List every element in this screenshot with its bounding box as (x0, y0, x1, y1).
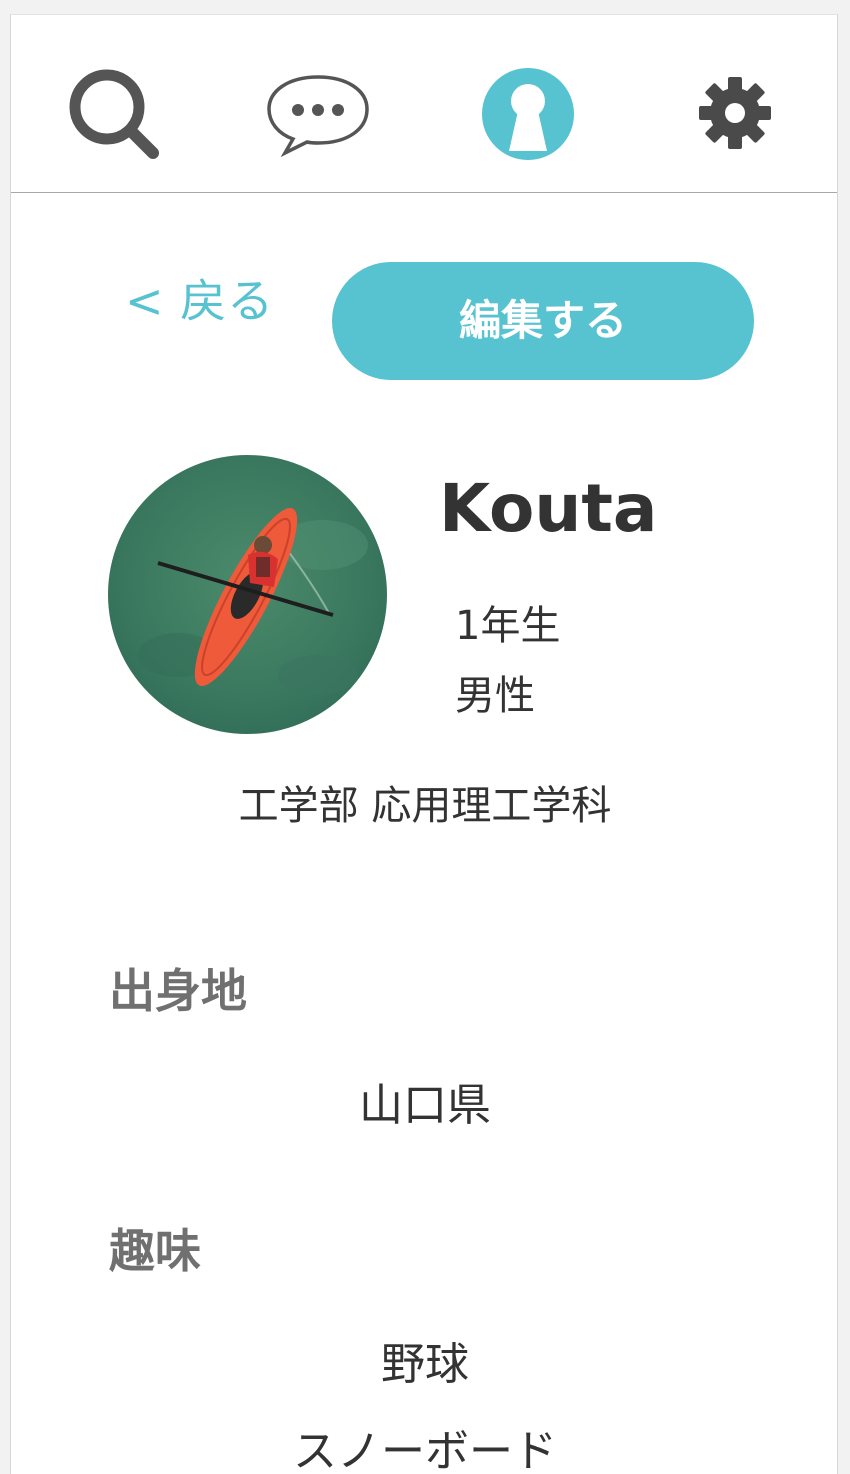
profile-grade: 1年生 (455, 603, 561, 649)
hometown-value: 山口県 (359, 1080, 491, 1131)
chat-icon[interactable] (263, 71, 373, 157)
profile-icon[interactable] (481, 67, 575, 161)
back-link[interactable]: < 戻る (125, 265, 274, 331)
edit-button[interactable]: 編集する (332, 262, 754, 380)
avatar (108, 455, 387, 734)
gear-icon[interactable] (697, 75, 773, 151)
top-navigation-bar (11, 15, 837, 193)
hobbies-heading: 趣味 (109, 1224, 201, 1278)
hobby-item: スノーボード (293, 1426, 557, 1474)
profile-department: 工学部 応用理工学科 (238, 783, 612, 829)
search-icon[interactable] (63, 63, 163, 163)
app-frame: < 戻る 編集する Kouta 1年生 男性 工学部 応用理工学科 出身地 山口… (10, 14, 838, 1474)
hometown-heading: 出身地 (109, 964, 247, 1018)
profile-gender: 男性 (455, 673, 535, 719)
profile-name: Kouta (439, 470, 658, 547)
hobby-item: 野球 (381, 1339, 469, 1390)
